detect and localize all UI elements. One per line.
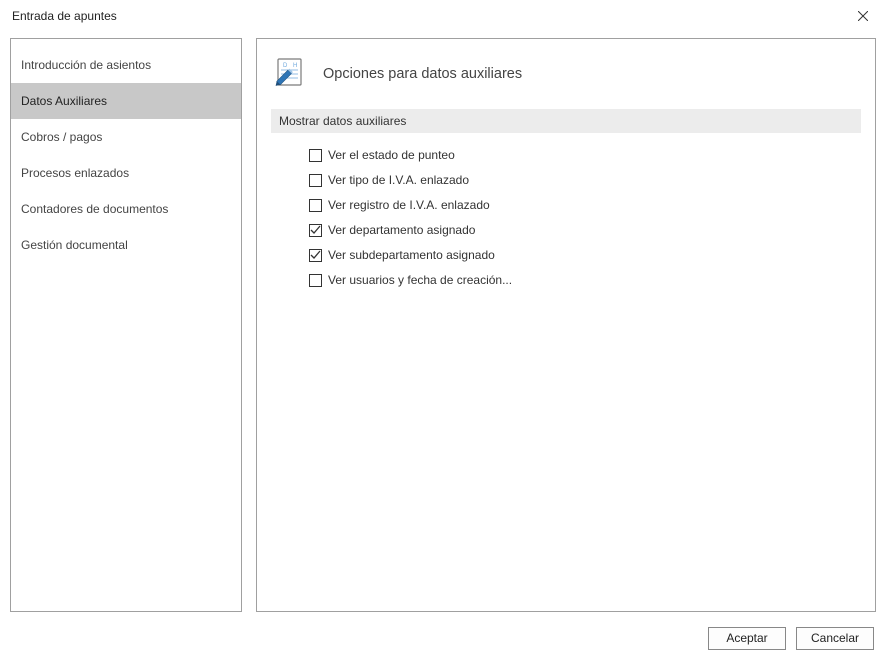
checkbox-icon (309, 274, 322, 287)
sidebar-item-introduccion[interactable]: Introducción de asientos (11, 47, 241, 83)
dialog-body: Introducción de asientos Datos Auxiliare… (0, 32, 886, 620)
dialog-footer: Aceptar Cancelar (0, 620, 886, 664)
checklist: Ver el estado de punteo Ver tipo de I.V.… (269, 147, 863, 288)
titlebar: Entrada de apuntes (0, 0, 886, 32)
section-header: D H Opciones para datos auxiliares (269, 57, 863, 91)
check-subdepartamento[interactable]: Ver subdepartamento asignado (309, 247, 863, 263)
accept-button[interactable]: Aceptar (708, 627, 786, 650)
sidebar-item-label: Introducción de asientos (21, 58, 151, 72)
check-tipo-iva[interactable]: Ver tipo de I.V.A. enlazado (309, 172, 863, 188)
close-button[interactable] (840, 0, 886, 32)
checkbox-icon (309, 199, 322, 212)
checkbox-icon (309, 149, 322, 162)
checkbox-icon (309, 249, 322, 262)
check-label: Ver registro de I.V.A. enlazado (328, 198, 490, 212)
sidebar-item-label: Gestión documental (21, 238, 128, 252)
main-panel: D H Opciones para datos auxiliares M (256, 38, 876, 612)
button-label: Cancelar (811, 631, 859, 645)
svg-text:H: H (293, 63, 297, 69)
sidebar-item-label: Contadores de documentos (21, 202, 168, 216)
checkbox-icon (309, 224, 322, 237)
check-label: Ver usuarios y fecha de creación... (328, 273, 512, 287)
sidebar-item-gestion-documental[interactable]: Gestión documental (11, 227, 241, 263)
check-label: Ver el estado de punteo (328, 148, 455, 162)
check-estado-punteo[interactable]: Ver el estado de punteo (309, 147, 863, 163)
sidebar-item-datos-auxiliares[interactable]: Datos Auxiliares (11, 83, 241, 119)
sidebar: Introducción de asientos Datos Auxiliare… (10, 38, 242, 612)
dialog-window: Entrada de apuntes Introducción de asien… (0, 0, 886, 664)
close-icon (858, 11, 868, 21)
check-label: Ver departamento asignado (328, 223, 475, 237)
sidebar-item-label: Procesos enlazados (21, 166, 129, 180)
check-label: Ver subdepartamento asignado (328, 248, 495, 262)
sidebar-item-label: Datos Auxiliares (21, 94, 107, 108)
sidebar-item-label: Cobros / pagos (21, 130, 102, 144)
check-registro-iva[interactable]: Ver registro de I.V.A. enlazado (309, 197, 863, 213)
check-departamento[interactable]: Ver departamento asignado (309, 222, 863, 238)
sidebar-item-contadores-documentos[interactable]: Contadores de documentos (11, 191, 241, 227)
check-usuarios-fecha[interactable]: Ver usuarios y fecha de creación... (309, 272, 863, 288)
sidebar-item-procesos-enlazados[interactable]: Procesos enlazados (11, 155, 241, 191)
check-label: Ver tipo de I.V.A. enlazado (328, 173, 469, 187)
sidebar-item-cobros-pagos[interactable]: Cobros / pagos (11, 119, 241, 155)
section-title: Opciones para datos auxiliares (323, 66, 522, 82)
window-title: Entrada de apuntes (12, 9, 840, 23)
cancel-button[interactable]: Cancelar (796, 627, 874, 650)
group-label: Mostrar datos auxiliares (271, 109, 861, 133)
svg-text:D: D (283, 63, 288, 69)
button-label: Aceptar (726, 631, 767, 645)
checkbox-icon (309, 174, 322, 187)
notepad-edit-icon: D H (275, 57, 309, 91)
